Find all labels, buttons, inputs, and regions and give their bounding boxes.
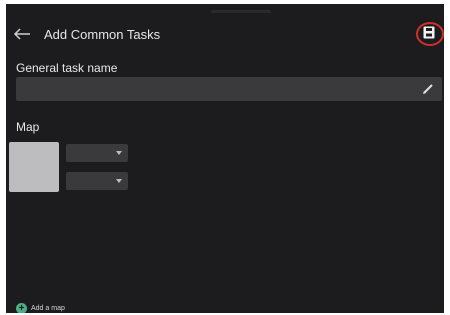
general-task-label: General task name <box>16 61 118 75</box>
save-button[interactable] <box>416 22 444 46</box>
save-icon <box>423 26 435 39</box>
chevron-down-icon <box>116 151 122 155</box>
add-map-button[interactable]: + Add a map <box>16 302 65 313</box>
map-thumbnail[interactable] <box>9 142 59 192</box>
add-map-label: Add a map <box>31 304 65 312</box>
map-dropdown-1[interactable] <box>66 144 128 162</box>
general-task-name-input[interactable] <box>16 77 442 101</box>
arrow-left-icon[interactable] <box>12 26 32 42</box>
chevron-down-icon <box>116 179 122 183</box>
pencil-icon[interactable] <box>422 83 434 95</box>
top-notch <box>211 10 271 13</box>
map-dropdown-2[interactable] <box>66 172 128 190</box>
app-window: Add Common Tasks General task name Map +… <box>6 4 444 313</box>
plus-circle-icon: + <box>16 302 27 313</box>
map-label: Map <box>16 120 40 134</box>
page-title: Add Common Tasks <box>44 27 161 42</box>
